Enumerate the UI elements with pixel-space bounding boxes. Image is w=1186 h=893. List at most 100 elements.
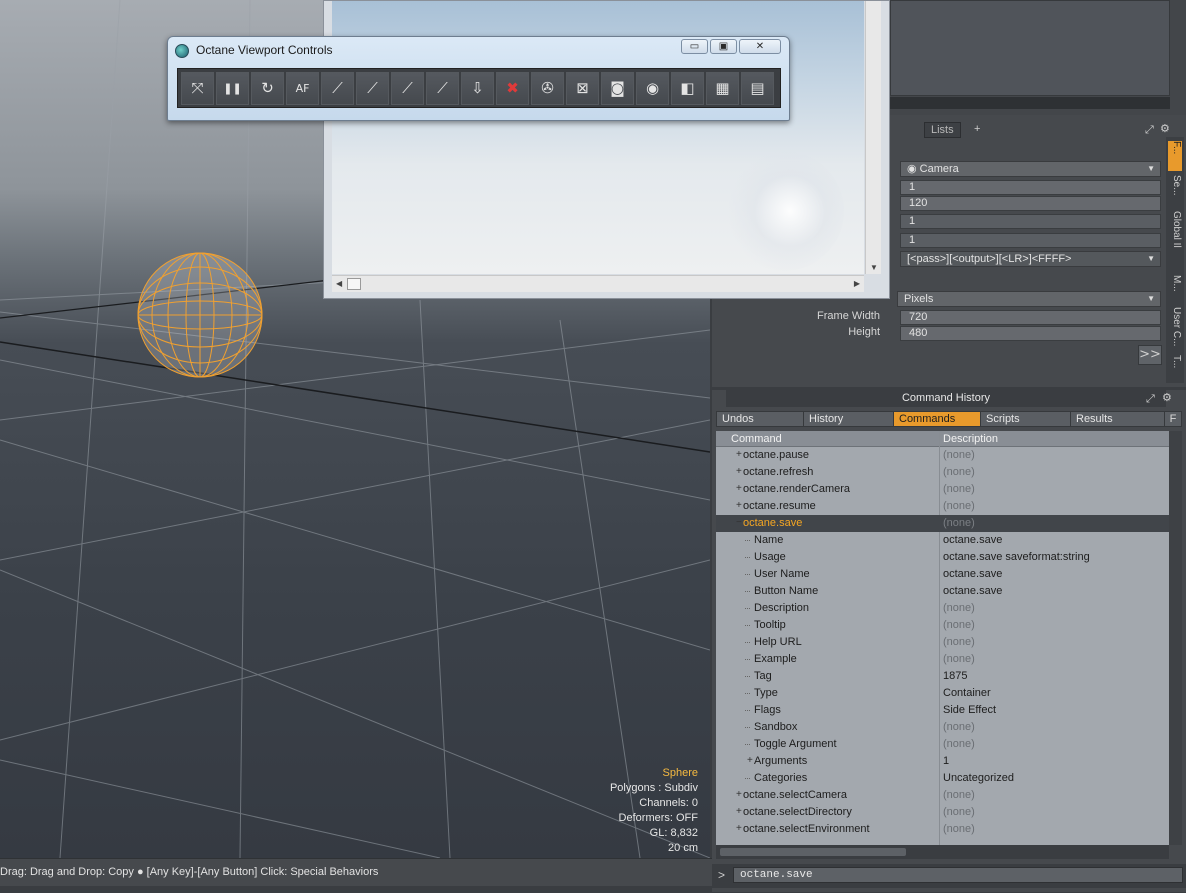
side-tab-settings[interactable]: Se...: [1168, 175, 1182, 196]
height-field[interactable]: 480: [900, 326, 1161, 341]
command-row[interactable]: + octane.selectCamera (none): [716, 787, 1169, 804]
camera-dropdown[interactable]: ◉ Camera ▼: [900, 161, 1161, 177]
command-property-row[interactable]: + Arguments 1: [716, 753, 1169, 770]
collapse-icon[interactable]: −: [736, 517, 742, 528]
column-header-command[interactable]: Command: [731, 433, 782, 445]
expand-panel-icon[interactable]: ⤢: [1145, 123, 1154, 137]
command-property-row[interactable]: Flags Side Effect: [716, 702, 1169, 719]
output-pattern-field[interactable]: [<pass>][<output>][<LR>]<FFFF> ▼: [900, 251, 1161, 267]
toolbar-button[interactable]: ⇩: [461, 71, 494, 105]
command-property-row[interactable]: Toggle Argument (none): [716, 736, 1169, 753]
command-prompt: >: [718, 868, 726, 882]
scrollbar-thumb[interactable]: [720, 848, 906, 856]
expand-panel-icon[interactable]: ⤢: [1146, 392, 1155, 406]
expand-icon[interactable]: +: [736, 466, 742, 477]
command-row[interactable]: + octane.selectEnvironment (none): [716, 821, 1169, 838]
side-tab-t[interactable]: T...: [1168, 355, 1182, 368]
command-description: (none): [943, 823, 975, 835]
command-property-row[interactable]: User Name octane.save: [716, 566, 1169, 583]
toolbar-button[interactable]: AF: [286, 71, 319, 105]
side-tab-global-illumination[interactable]: Global Il: [1168, 211, 1182, 248]
toolbar-button[interactable]: ⤧: [181, 71, 214, 105]
render-settings-icon: ✇: [541, 79, 554, 97]
color-palette-icon: ▦: [715, 79, 730, 97]
command-row[interactable]: + octane.renderCamera (none): [716, 481, 1169, 498]
command-row[interactable]: + octane.pause (none): [716, 447, 1169, 464]
command-property-row[interactable]: Sandbox (none): [716, 719, 1169, 736]
tab-commands[interactable]: Commands: [894, 412, 981, 426]
property-field-3[interactable]: 1: [900, 214, 1161, 229]
scroll-right-arrow-icon[interactable]: ▶: [854, 279, 860, 288]
command-property-row[interactable]: Tooltip (none): [716, 617, 1169, 634]
command-property-row[interactable]: Tag 1875: [716, 668, 1169, 685]
command-property-row[interactable]: Button Name octane.save: [716, 583, 1169, 600]
toolbar-button[interactable]: ⟋: [321, 71, 354, 105]
toolbar-button[interactable]: ❚❚: [216, 71, 249, 105]
tab-scripts[interactable]: Scripts: [981, 412, 1071, 426]
toolbar-button[interactable]: ✇: [531, 71, 564, 105]
expand-icon[interactable]: +: [736, 823, 742, 834]
property-field-1[interactable]: 1: [900, 180, 1161, 195]
expand-icon[interactable]: +: [736, 449, 742, 460]
expand-icon[interactable]: +: [736, 806, 742, 817]
toolbar-button[interactable]: ▦: [706, 71, 739, 105]
command-row[interactable]: + octane.refresh (none): [716, 464, 1169, 481]
render-vertical-scrollbar[interactable]: ▼: [865, 1, 881, 274]
expand-icon[interactable]: +: [736, 789, 742, 800]
command-tree-vertical-scrollbar[interactable]: [1169, 431, 1182, 845]
command-tree-horizontal-scrollbar[interactable]: [716, 845, 1169, 859]
side-tab-frame[interactable]: F...: [1168, 141, 1182, 171]
expand-icon[interactable]: +: [747, 755, 753, 766]
tab-lists[interactable]: Lists: [924, 122, 961, 138]
toolbar-button[interactable]: ✖: [496, 71, 529, 105]
toolbar-button[interactable]: ◉: [636, 71, 669, 105]
column-header-description[interactable]: Description: [943, 433, 998, 445]
render-horizontal-scrollbar[interactable]: ◀ ▶: [332, 275, 864, 292]
expand-icon[interactable]: +: [736, 483, 742, 494]
toolbar-button[interactable]: ⟋: [391, 71, 424, 105]
expand-icon[interactable]: +: [736, 500, 742, 511]
command-description: octane.save: [943, 585, 1003, 597]
add-tab-button[interactable]: +: [968, 122, 986, 138]
maximize-button[interactable]: ▣: [710, 39, 737, 54]
command-row[interactable]: − octane.save (none): [716, 515, 1169, 532]
more-button[interactable]: >>: [1138, 345, 1162, 365]
filter-tab[interactable]: F: [1164, 411, 1182, 427]
toolbar-button[interactable]: ⟋: [426, 71, 459, 105]
command-input[interactable]: [733, 867, 1183, 883]
scrollbar-thumb[interactable]: [347, 278, 361, 290]
command-tree[interactable]: Command Description + octane.pause (none) +…: [716, 431, 1169, 845]
minimize-button[interactable]: ▭: [681, 39, 708, 54]
command-property-row[interactable]: Description (none): [716, 600, 1169, 617]
side-tab-user-channels[interactable]: User C...: [1168, 307, 1182, 346]
command-row[interactable]: + octane.selectDirectory (none): [716, 804, 1169, 821]
command-property-row[interactable]: Name octane.save: [716, 532, 1169, 549]
command-property-row[interactable]: Categories Uncategorized: [716, 770, 1169, 787]
toolbar-button[interactable]: ⟋: [356, 71, 389, 105]
scroll-left-arrow-icon[interactable]: ◀: [336, 279, 342, 288]
frame-width-field[interactable]: 720: [900, 310, 1161, 325]
tab-results[interactable]: Results: [1071, 412, 1167, 426]
side-tab-m[interactable]: M...: [1168, 275, 1182, 292]
command-row[interactable]: + octane.resume (none): [716, 498, 1169, 515]
command-property-row[interactable]: Help URL (none): [716, 634, 1169, 651]
toolbar-button[interactable]: ⊠: [566, 71, 599, 105]
scroll-down-arrow-icon[interactable]: ▼: [870, 263, 878, 272]
units-dropdown[interactable]: Pixels ▼: [897, 291, 1161, 307]
stop-render-icon: ✖: [506, 79, 519, 97]
panel-horizontal-scrollbar[interactable]: [890, 97, 1170, 109]
toolbar-button[interactable]: ◧: [671, 71, 704, 105]
toolbar-button[interactable]: ▤: [741, 71, 774, 105]
property-field-4[interactable]: 1: [900, 233, 1161, 248]
gear-icon[interactable]: ⚙: [1160, 122, 1170, 135]
tab-history[interactable]: History: [804, 412, 894, 426]
command-property-row[interactable]: Example (none): [716, 651, 1169, 668]
command-property-row[interactable]: Usage octane.save saveformat:string: [716, 549, 1169, 566]
tab-undos[interactable]: Undos: [717, 412, 804, 426]
close-button[interactable]: ✕: [739, 39, 781, 54]
toolbar-button[interactable]: ◙: [601, 71, 634, 105]
command-property-row[interactable]: Type Container: [716, 685, 1169, 702]
gear-icon[interactable]: ⚙: [1162, 391, 1172, 404]
property-field-2[interactable]: 120: [900, 196, 1161, 211]
toolbar-button[interactable]: ↻: [251, 71, 284, 105]
